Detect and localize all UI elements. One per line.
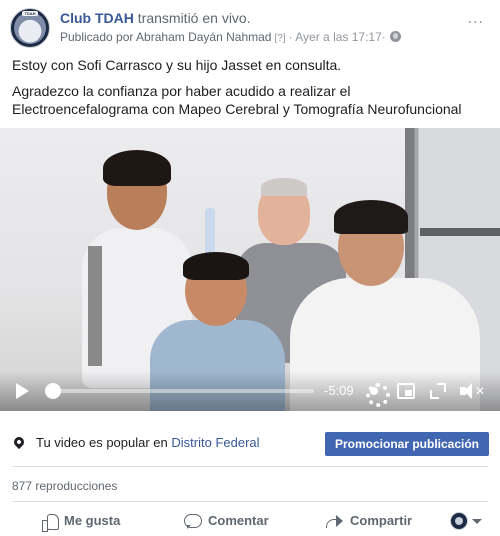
divider-top [12,466,488,467]
author-name-link[interactable]: Club TDAH [60,10,134,26]
comment-bubble-icon [184,513,202,530]
mute-icon[interactable]: ✕ [460,383,486,399]
time-remaining: -5:09 [324,383,354,398]
video-player[interactable]: -5:09 ✕ [0,128,500,411]
globe-icon[interactable] [389,31,401,42]
play-icon[interactable] [16,383,29,399]
post-paragraph-2: Agradezco la confianza por haber acudido… [12,83,462,117]
thumbs-up-icon [42,513,59,532]
like-button[interactable]: Me gusta [42,510,120,532]
meta-separator-2: · [381,30,386,44]
share-button[interactable]: Compartir [326,510,412,532]
share-arrow-icon [326,514,344,529]
divider-bottom [12,501,488,502]
share-label: Compartir [350,513,413,528]
video-window-bar [420,228,500,236]
video-person-teen-hair [103,150,171,186]
page-selector-avatar[interactable] [450,512,468,530]
avatar-image [14,12,46,44]
post-header: TDAH Club TDAH transmitió en vivo. Publi… [10,8,490,48]
promotion-location-link[interactable]: Distrito Federal [171,435,259,450]
progress-track[interactable] [48,389,314,393]
page-avatar[interactable]: TDAH [10,8,50,48]
video-toothbrush [205,208,215,256]
help-marker[interactable]: [?] [274,33,285,44]
comment-button[interactable]: Comentar [184,510,269,532]
promotion-text: Tu video es popular en Distrito Federal [36,435,260,450]
post-paragraph-1: Estoy con Sofi Carrasco y su hijo Jasset… [12,57,342,73]
picture-in-picture-icon[interactable] [397,383,415,399]
meta-separator: · [288,30,293,44]
location-pin-icon [11,434,27,450]
video-controls: -5:09 ✕ [0,371,500,411]
video-person-woman-hair [334,200,408,234]
mute-x-glyph: ✕ [475,384,486,398]
post-body: Estoy con Sofi Carrasco y su hijo Jasset… [12,56,488,126]
published-by-text[interactable]: Publicado por Abraham Dayán Nahmad [60,30,271,44]
post-timestamp[interactable]: Ayer a las 17:17 [295,30,382,44]
avatar-logo-text: TDAH [22,11,38,16]
promotion-prefix: Tu video es popular en [36,435,168,450]
video-person-boy-hair [183,252,249,280]
view-count[interactable]: 877 reproducciones [12,479,117,493]
speaker-cone-shape [464,383,472,399]
action-bar: Me gusta Comentar Compartir [12,506,488,536]
progress-scrubber[interactable] [45,383,62,399]
video-person-man-hair [261,178,307,196]
video-person-teen-stripe [88,246,102,366]
promotion-bar: Tu video es popular en Distrito Federal … [11,424,490,462]
chevron-down-icon[interactable] [472,519,482,524]
settings-gear-icon[interactable] [364,381,390,407]
comment-label: Comentar [208,513,269,528]
fullscreen-icon[interactable] [430,383,446,399]
more-options-icon[interactable]: ... [468,10,484,28]
author-line: Club TDAH transmitió en vivo. [60,10,251,26]
author-action-text: transmitió en vivo. [137,10,251,26]
promote-post-button[interactable]: Promocionar publicación [325,432,489,456]
post-meta: Publicado por Abraham Dayán Nahmad [?] · A… [60,30,401,44]
like-label: Me gusta [64,513,121,528]
